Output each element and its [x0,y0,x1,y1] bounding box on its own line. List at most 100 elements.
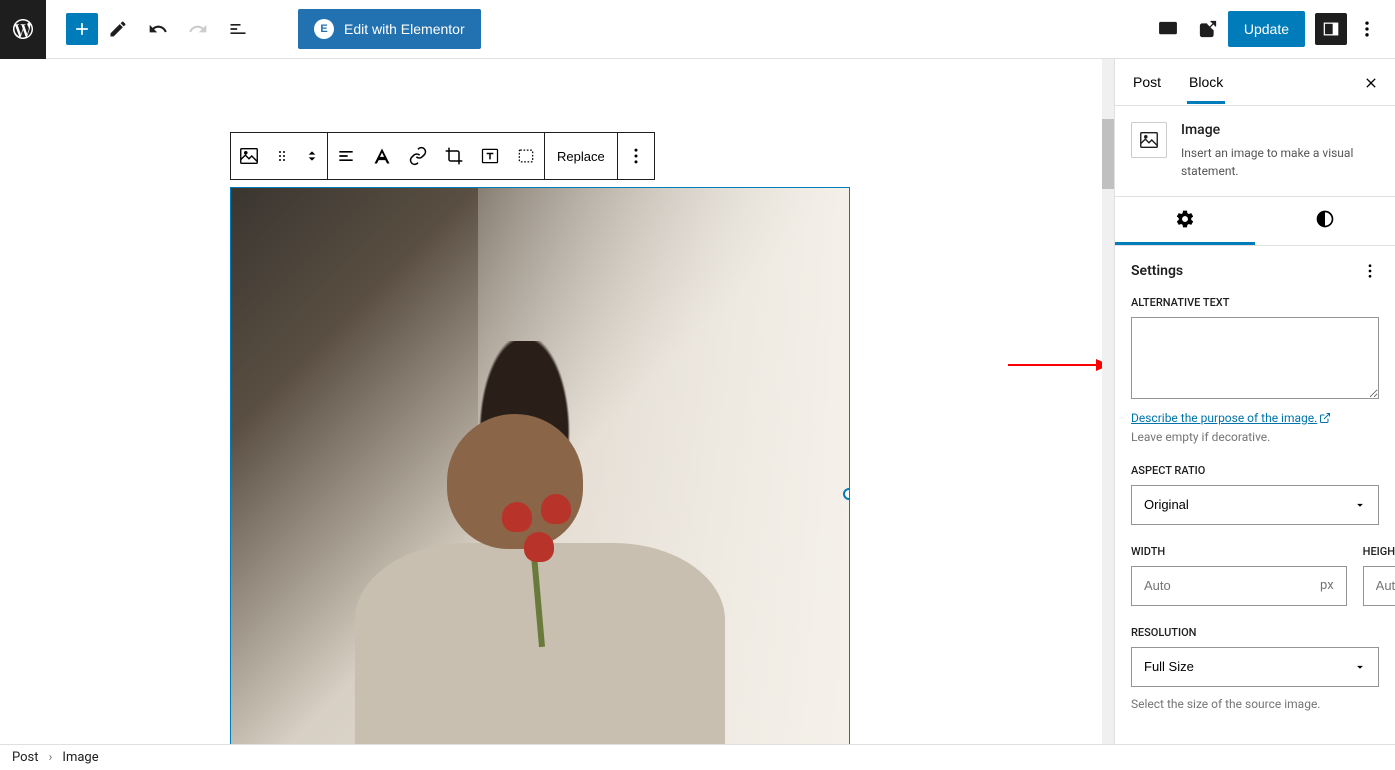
block-card: Image Insert an image to make a visual s… [1115,106,1395,197]
sidebar-icon [1321,19,1341,39]
describe-link-text: Describe the purpose of the image. [1131,411,1317,425]
settings-subtab[interactable] [1115,197,1255,245]
drag-icon [274,148,290,164]
width-input[interactable] [1144,578,1320,593]
drag-handle-button[interactable] [267,133,297,179]
sidebar-tabs: Post Block [1115,59,1395,106]
tools-button[interactable] [98,9,138,49]
more-vertical-icon [1357,19,1377,39]
update-button[interactable]: Update [1228,11,1305,47]
align-button[interactable] [328,133,364,179]
external-link-icon [1198,19,1218,39]
image-content [231,188,849,744]
external-link-icon [1319,412,1331,424]
canvas-scrollbar[interactable] [1102,59,1114,744]
update-button-label: Update [1244,21,1289,37]
settings-sidebar-toggle[interactable] [1315,13,1347,45]
aspect-ratio-field: ASPECT RATIO Original [1131,464,1379,525]
redo-icon [188,19,208,39]
document-overview-button[interactable] [218,9,258,49]
block-type-button[interactable] [231,133,267,179]
undo-button[interactable] [138,9,178,49]
settings-section-header: Settings [1115,246,1395,296]
block-card-icon [1131,122,1167,158]
image-icon [1138,129,1160,151]
alt-text-input[interactable] [1131,317,1379,399]
width-label: WIDTH [1131,545,1347,558]
editor-canvas[interactable]: Replace [0,59,1114,744]
text-overlay-button[interactable] [472,133,508,179]
more-options-button[interactable] [1347,9,1387,49]
aspect-ratio-select[interactable]: Original [1131,485,1379,525]
elementor-icon: E [314,19,334,39]
height-field: HEIGHT px [1363,545,1395,606]
link-button[interactable] [400,133,436,179]
close-icon [1363,75,1379,91]
describe-image-link[interactable]: Describe the purpose of the image. [1131,411,1331,425]
caption-button[interactable] [364,133,400,179]
resolution-field: RESOLUTION Full Size Select the size of … [1131,626,1379,711]
tab-block[interactable]: Block [1187,60,1225,104]
editor-top-bar: E Edit with Elementor Update [0,0,1395,59]
crop-icon [444,146,464,166]
breadcrumb-separator: › [49,750,53,765]
chevron-up-down-icon [304,146,320,166]
image-block-selected[interactable] [230,187,850,744]
height-input[interactable] [1376,578,1395,593]
more-vertical-icon [1361,262,1379,280]
wordpress-icon [11,17,35,41]
link-icon [408,146,428,166]
annotation-arrow [1008,364,1108,366]
move-up-down-button[interactable] [297,133,327,179]
breadcrumb-root[interactable]: Post [12,750,39,765]
close-sidebar-button[interactable] [1359,71,1383,100]
wordpress-logo[interactable] [0,0,46,59]
height-label: HEIGHT [1363,545,1395,558]
resize-handle-right[interactable] [843,488,850,500]
width-unit: px [1320,578,1334,593]
resolution-hint: Select the size of the source image. [1131,697,1379,711]
undo-icon [148,19,168,39]
settings-sidebar: Post Block Image Insert an image to make… [1114,59,1395,744]
aspect-ratio-label: ASPECT RATIO [1131,464,1379,477]
text-on-image-icon [480,146,500,166]
edit-with-elementor-button[interactable]: E Edit with Elementor [298,9,481,49]
block-more-options-button[interactable] [618,133,654,179]
duotone-icon [516,146,536,166]
dimensions-row: WIDTH px HEIGHT px [1131,545,1379,606]
view-post-button[interactable] [1188,9,1228,49]
image-icon [238,145,260,167]
block-card-title: Image [1181,122,1379,138]
contrast-icon [1315,209,1335,229]
plus-icon [72,19,92,39]
tab-post[interactable]: Post [1131,60,1163,104]
settings-more-button[interactable] [1361,262,1379,280]
more-vertical-icon [626,146,646,166]
resolution-select[interactable]: Full Size [1131,647,1379,687]
settings-heading: Settings [1131,263,1183,279]
styles-subtab[interactable] [1255,197,1395,245]
replace-image-button[interactable]: Replace [545,133,617,179]
editor-main: Replace [0,59,1395,744]
alt-decorative-hint: Leave empty if decorative. [1131,430,1379,444]
preview-button[interactable] [1148,9,1188,49]
resolution-label: RESOLUTION [1131,626,1379,639]
duotone-button[interactable] [508,133,544,179]
block-toolbar: Replace [230,132,655,180]
desktop-icon [1157,18,1179,40]
replace-label: Replace [557,149,605,164]
block-settings-tabs [1115,197,1395,246]
scrollbar-thumb[interactable] [1102,119,1114,189]
list-view-icon [228,19,248,39]
pencil-icon [108,19,128,39]
alt-text-field: ALTERNATIVE TEXT Describe the purpose of… [1131,296,1379,444]
crop-button[interactable] [436,133,472,179]
elementor-button-label: Edit with Elementor [344,21,465,37]
breadcrumb: Post › Image [0,744,1395,770]
settings-body: ALTERNATIVE TEXT Describe the purpose of… [1115,296,1395,744]
breadcrumb-current[interactable]: Image [62,750,98,765]
gear-icon [1175,209,1195,229]
add-block-button[interactable] [66,13,98,45]
redo-button[interactable] [178,9,218,49]
width-field: WIDTH px [1131,545,1347,606]
